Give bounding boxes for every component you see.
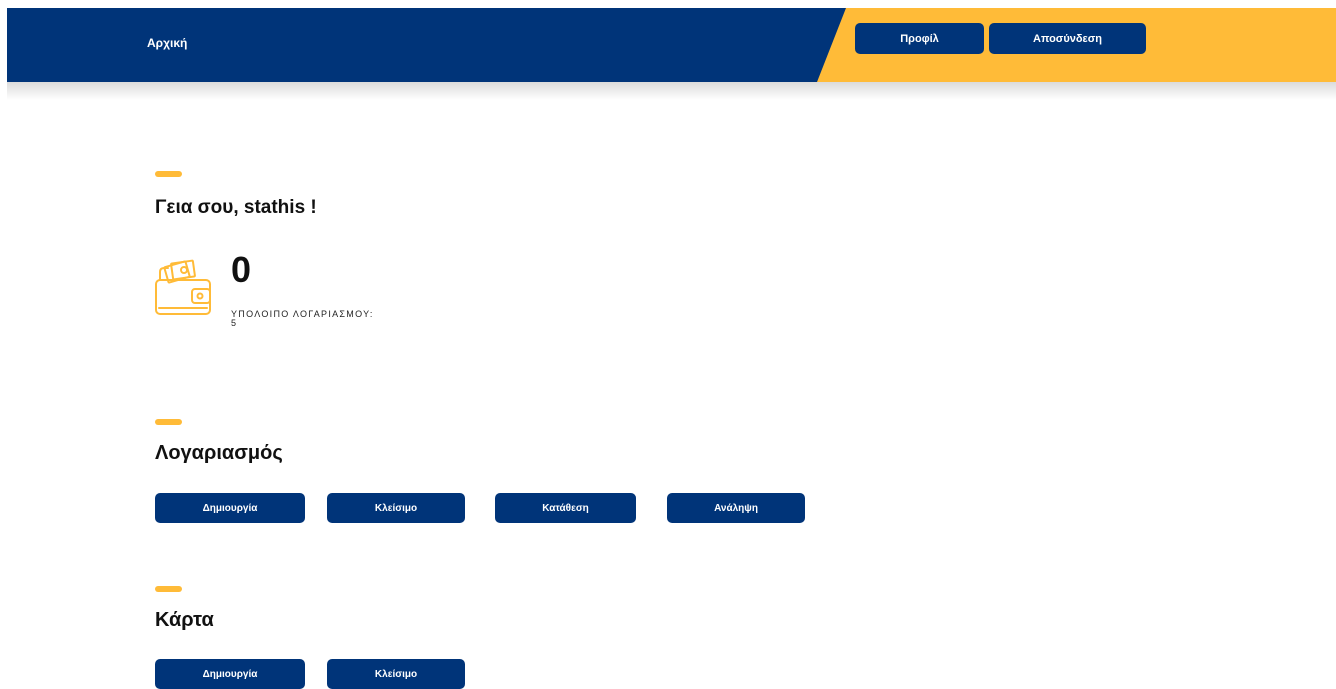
- greeting-title: Γεια σου, stathis !: [155, 197, 317, 218]
- account-create-button[interactable]: Δημιουργία: [155, 493, 305, 523]
- account-deposit-button[interactable]: Κατάθεση: [495, 493, 636, 523]
- section-accent-bar: [155, 171, 182, 177]
- section-accent-bar: [155, 586, 182, 592]
- card-create-button[interactable]: Δημιουργία: [155, 659, 305, 689]
- balance-label: Υπολοιπο λογαριασμου: 5: [231, 309, 374, 328]
- section-accent-bar: [155, 419, 182, 425]
- top-navbar: Αρχική Προφίλ Αποσύνδεση: [7, 8, 1336, 82]
- navbar-shadow: [7, 82, 1336, 100]
- card-close-button[interactable]: Κλείσιμο: [327, 659, 465, 689]
- balance-value: 0: [231, 249, 252, 290]
- home-link[interactable]: Αρχική: [147, 36, 187, 50]
- profile-button[interactable]: Προφίλ: [855, 23, 984, 54]
- account-close-button[interactable]: Κλείσιμο: [327, 493, 465, 523]
- account-section-title: Λογαριασμός: [155, 442, 283, 464]
- logout-button[interactable]: Αποσύνδεση: [989, 23, 1146, 54]
- card-section-title: Κάρτα: [155, 609, 214, 631]
- account-withdraw-button[interactable]: Ανάληψη: [667, 493, 805, 523]
- wallet-icon: [155, 259, 211, 315]
